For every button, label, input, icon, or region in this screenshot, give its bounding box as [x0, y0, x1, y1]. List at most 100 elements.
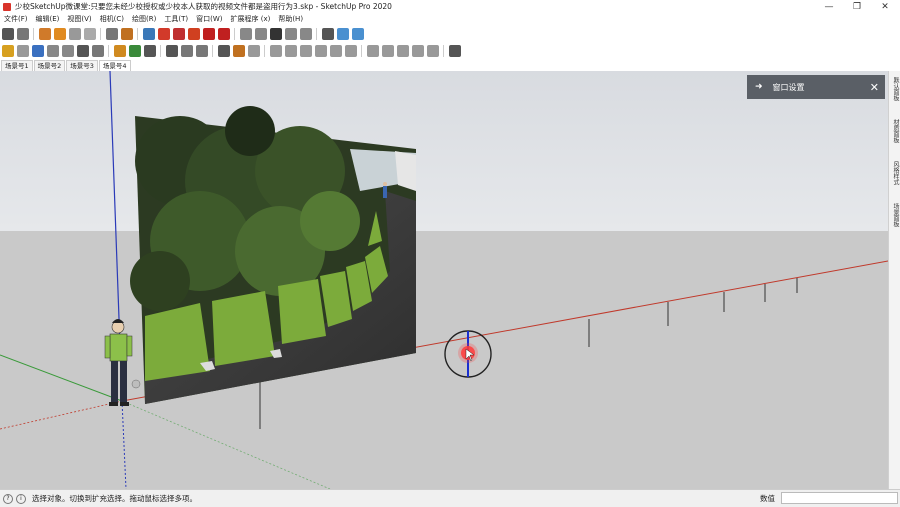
scene-tab[interactable]: 场景号2	[33, 60, 66, 71]
stop-icon[interactable]	[68, 28, 81, 40]
modeling-viewport[interactable]	[0, 71, 888, 489]
menu-item[interactable]: 绘图(R)	[128, 14, 160, 24]
sketchup-app-icon	[3, 2, 11, 11]
photo-billboard[interactable]	[130, 106, 416, 404]
solid-icon[interactable]	[366, 45, 379, 57]
settings-red-icon[interactable]	[157, 28, 170, 40]
style-icon[interactable]	[336, 28, 349, 40]
view-front-icon[interactable]	[299, 45, 312, 57]
menu-item[interactable]: 窗口(W)	[192, 14, 226, 24]
open-folder-icon[interactable]	[254, 28, 267, 40]
section-icon[interactable]	[217, 45, 230, 57]
toolbar-row-2	[0, 42, 900, 61]
sandbox-icon[interactable]	[247, 45, 260, 57]
copy-icon[interactable]	[299, 28, 312, 40]
print-icon[interactable]	[142, 28, 155, 40]
wire-icon[interactable]	[381, 45, 394, 57]
right-tray: 默认面板材质面板风格样式场景面板	[888, 71, 900, 489]
play-icon[interactable]	[53, 28, 66, 40]
select-icon[interactable]	[1, 28, 14, 40]
toolbar-separator	[264, 45, 265, 57]
tray-tab[interactable]: 场景面板	[890, 203, 900, 227]
title-bar: 少校SketchUp微课堂:只要您未经少校授权或少校本人获取的视频文件都是盗用行…	[0, 0, 900, 13]
view-left-icon[interactable]	[344, 45, 357, 57]
toolbar-separator	[137, 28, 138, 40]
toolbar-separator	[160, 45, 161, 57]
save-icon[interactable]	[269, 28, 282, 40]
camera-icon[interactable]	[143, 45, 156, 57]
minimize-button[interactable]: —	[815, 0, 843, 13]
speaker-icon[interactable]	[165, 45, 178, 57]
shield-icon[interactable]	[113, 45, 126, 57]
arrow-right-icon: ➜	[755, 82, 763, 92]
maximize-button[interactable]: ❐	[843, 0, 871, 13]
xray-icon[interactable]	[321, 28, 334, 40]
paint-icon[interactable]	[16, 28, 29, 40]
view-top-icon[interactable]	[284, 45, 297, 57]
rotate-icon[interactable]	[16, 45, 29, 57]
tray-tab[interactable]: 风格样式	[890, 161, 900, 185]
view-iso-icon[interactable]	[269, 45, 282, 57]
menu-item[interactable]: 编辑(E)	[32, 14, 64, 24]
photo-icon[interactable]	[217, 28, 230, 40]
shaded-icon[interactable]	[396, 45, 409, 57]
toolbar-separator	[100, 28, 101, 40]
scene-tab[interactable]: 场景号4	[98, 60, 131, 71]
scene-tab[interactable]: 场景号3	[66, 60, 98, 71]
panel-title: 窗口设置	[772, 82, 805, 92]
position-camera-icon[interactable]	[120, 28, 133, 40]
prev-icon[interactable]	[83, 28, 96, 40]
help-icon[interactable]: ?	[3, 493, 13, 504]
tree-icon[interactable]	[128, 45, 141, 57]
text-icon[interactable]	[195, 45, 208, 57]
tray-tab[interactable]: 材质面板	[890, 119, 900, 143]
menu-item[interactable]: 视图(V)	[63, 14, 95, 24]
toolbar-separator	[33, 28, 34, 40]
hidden-icon[interactable]	[351, 28, 364, 40]
tape-icon[interactable]	[76, 45, 89, 57]
measurements-input[interactable]	[781, 492, 898, 504]
menu-item[interactable]: 工具(T)	[160, 14, 192, 24]
dimension-icon[interactable]	[180, 45, 193, 57]
toolbar-row-1	[0, 25, 900, 43]
billboard-person	[383, 186, 387, 198]
cut-icon[interactable]	[284, 28, 297, 40]
menu-item[interactable]: 扩展程序 (x)	[226, 14, 274, 24]
menu-bar: 文件(F) 编辑(E) 视图(V) 相机(C) 绘图(R) 工具(T) 窗口(W) 扩展程序 …	[0, 13, 900, 25]
status-text: 选择对象。切换到扩充选择。拖动鼠标选择多项。	[32, 494, 197, 503]
axes-icon[interactable]	[232, 45, 245, 57]
mono-icon[interactable]	[426, 45, 439, 57]
close-icon[interactable]: ✕	[870, 81, 879, 94]
new-file-icon[interactable]	[239, 28, 252, 40]
close-window-button[interactable]: ✕	[871, 0, 899, 13]
menu-item[interactable]: 文件(F)	[0, 14, 32, 24]
menu-item[interactable]: 帮助(H)	[274, 14, 307, 24]
toolbar-separator	[108, 45, 109, 57]
scene-tab[interactable]: 场景号1	[1, 60, 33, 71]
paint-bucket-icon[interactable]	[31, 45, 44, 57]
material-icon[interactable]	[61, 45, 74, 57]
globe-icon[interactable]	[448, 45, 461, 57]
toolbar-separator	[316, 28, 317, 40]
toolbar-separator	[234, 28, 235, 40]
billboard-building	[395, 151, 416, 191]
texture-icon[interactable]	[411, 45, 424, 57]
view-back-icon[interactable]	[329, 45, 342, 57]
layout-icon[interactable]	[172, 28, 185, 40]
window-title: 少校SketchUp微课堂:只要您未经少校授权或少校本人获取的视频文件都是盗用行…	[15, 2, 392, 11]
menu-item[interactable]: 相机(C)	[96, 14, 128, 24]
gear-red-icon[interactable]	[202, 28, 215, 40]
orbit-icon[interactable]	[38, 28, 51, 40]
measurements-label: 数值	[760, 494, 775, 503]
protractor-icon[interactable]	[91, 45, 104, 57]
walk-icon[interactable]	[105, 28, 118, 40]
view-right-icon[interactable]	[314, 45, 327, 57]
toolbar-separator	[212, 45, 213, 57]
window-settings-panel[interactable]: ➜ 窗口设置 ✕	[747, 75, 885, 99]
component-icon[interactable]	[1, 45, 14, 57]
sun-icon[interactable]	[187, 28, 200, 40]
tray-tab[interactable]: 默认面板	[890, 77, 900, 101]
toolbar-separator	[443, 45, 444, 57]
info-icon[interactable]: i	[16, 493, 26, 504]
eraser-icon[interactable]	[46, 45, 59, 57]
